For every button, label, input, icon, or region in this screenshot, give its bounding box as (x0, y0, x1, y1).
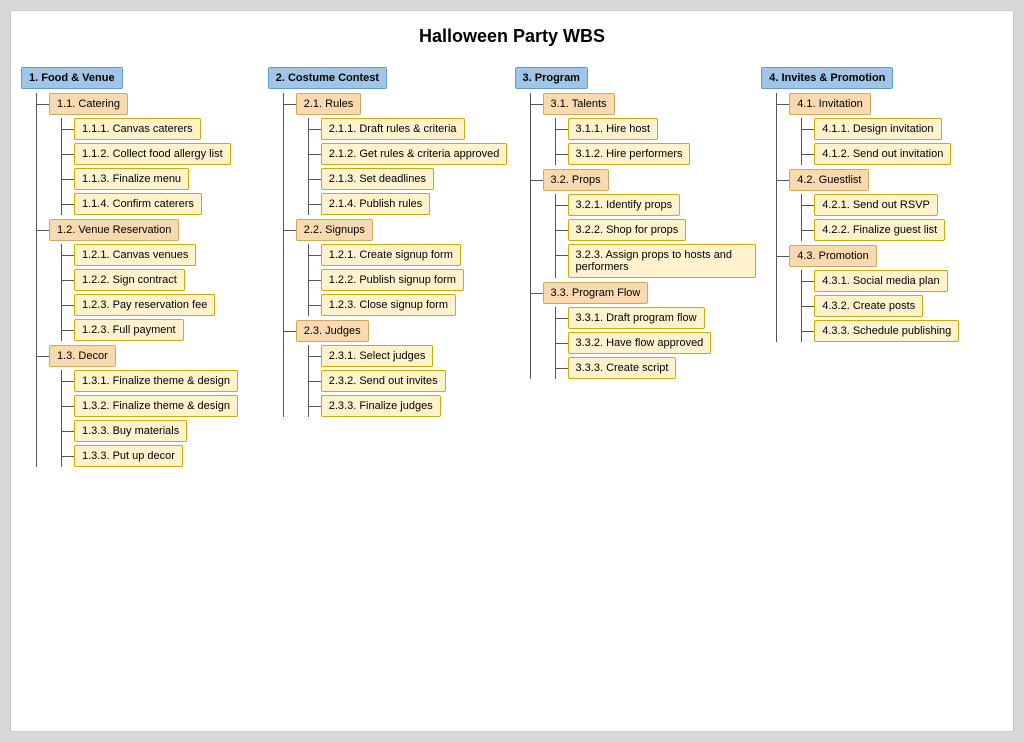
l2-item-program-flow: 3.3. Program Flow 3.3.1. Draft program f… (531, 282, 757, 379)
l3-props-1: 3.2.2. Shop for props (556, 219, 757, 241)
l2-box-props: 3.2. Props (543, 169, 609, 191)
page-title: Halloween Party WBS (21, 26, 1003, 47)
l3-wrap-venue: 1.2.1. Canvas venues 1.2.2. Sign contrac… (61, 244, 263, 341)
l3-wrap-signups: 1.2.1. Create signup form 1.2.2. Publish… (308, 244, 510, 316)
l1-box-col1: 1. Food & Venue (21, 67, 123, 89)
l2-box-decor: 1.3. Decor (49, 345, 116, 367)
l1-box-col2: 2. Costume Contest (268, 67, 387, 89)
column-3: 3. Program 3.1. Talents 3.1.1. Hire host… (515, 67, 757, 471)
l3-wrap-invitation: 4.1.1. Design invitation 4.1.2. Send out… (801, 118, 1003, 165)
l3-promo-2: 4.3.3. Schedule publishing (802, 320, 1003, 342)
l1-node-col4: 4. Invites & Promotion (761, 67, 1003, 89)
l2-item-rules: 2.1. Rules 2.1.1. Draft rules & criteria… (284, 93, 510, 215)
l3-wrap-rules: 2.1.1. Draft rules & criteria 2.1.2. Get… (308, 118, 510, 215)
l3-flow-0: 3.3.1. Draft program flow (556, 307, 757, 329)
l2-item-promotion: 4.3. Promotion 4.3.1. Social media plan … (777, 245, 1003, 342)
l2-wrap-col4: 4.1. Invitation 4.1.1. Design invitation… (776, 93, 1003, 342)
l3-judges-2: 2.3.3. Finalize judges (309, 395, 510, 417)
l3-wrap-catering: 1.1.1. Canvas caterers 1.1.2. Collect fo… (61, 118, 263, 215)
l3-venue-0: 1.2.1. Canvas venues (62, 244, 263, 266)
l3-rules-1: 2.1.2. Get rules & criteria approved (309, 143, 510, 165)
l2-item-props: 3.2. Props 3.2.1. Identify props 3.2.2. … (531, 169, 757, 278)
l3-item-1: 1.1.2. Collect food allergy list (62, 143, 263, 165)
page: Halloween Party WBS 1. Food & Venue 1.1.… (10, 10, 1014, 732)
section-col1: 1. Food & Venue 1.1. Catering 1.1.1. Can… (21, 67, 263, 471)
l3-flow-2: 3.3.3. Create script (556, 357, 757, 379)
l1-box-col4: 4. Invites & Promotion (761, 67, 893, 89)
l3-signups-0: 1.2.1. Create signup form (309, 244, 510, 266)
l3-flow-1: 3.3.2. Have flow approved (556, 332, 757, 354)
l2-item-venue: 1.2. Venue Reservation 1.2.1. Canvas ven… (37, 219, 263, 341)
l2-item-invitation: 4.1. Invitation 4.1.1. Design invitation… (777, 93, 1003, 165)
l2-box-signups: 2.2. Signups (296, 219, 373, 241)
section-col3: 3. Program 3.1. Talents 3.1.1. Hire host… (515, 67, 757, 383)
l3-wrap-talents: 3.1.1. Hire host 3.1.2. Hire performers (555, 118, 757, 165)
l3-judges-0: 2.3.1. Select judges (309, 345, 510, 367)
l3-judges-1: 2.3.2. Send out invites (309, 370, 510, 392)
l3-wrap-program-flow: 3.3.1. Draft program flow 3.3.2. Have fl… (555, 307, 757, 379)
l3-talents-0: 3.1.1. Hire host (556, 118, 757, 140)
l3-promo-1: 4.3.2. Create posts (802, 295, 1003, 317)
l3-props-2: 3.2.3. Assign props to hosts and perform… (556, 244, 757, 278)
l2-item-decor: 1.3. Decor 1.3.1. Finalize theme & desig… (37, 345, 263, 467)
l3-promo-0: 4.3.1. Social media plan (802, 270, 1003, 292)
l2-wrap-col3: 3.1. Talents 3.1.1. Hire host 3.1.2. Hir… (530, 93, 757, 379)
l3-venue-1: 1.2.2. Sign contract (62, 269, 263, 291)
l3-rules-0: 2.1.1. Draft rules & criteria (309, 118, 510, 140)
l3-item-3: 1.1.4. Confirm caterers (62, 193, 263, 215)
l3-wrap-props: 3.2.1. Identify props 3.2.2. Shop for pr… (555, 194, 757, 278)
l2-box-venue: 1.2. Venue Reservation (49, 219, 179, 241)
l3-rules-2: 2.1.3. Set deadlines (309, 168, 510, 190)
l2-item-signups: 2.2. Signups 1.2.1. Create signup form 1… (284, 219, 510, 316)
section-col4: 4. Invites & Promotion 4.1. Invitation 4… (761, 67, 1003, 346)
l3-wrap-guestlist: 4.2.1. Send out RSVP 4.2.2. Finalize gue… (801, 194, 1003, 241)
l3-props-0: 3.2.1. Identify props (556, 194, 757, 216)
l1-node-col2: 2. Costume Contest (268, 67, 510, 89)
l1-node-col1: 1. Food & Venue (21, 67, 263, 89)
l3-wrap-promotion: 4.3.1. Social media plan 4.3.2. Create p… (801, 270, 1003, 342)
l2-box-catering: 1.1. Catering (49, 93, 128, 115)
l2-wrap-col1: 1.1. Catering 1.1.1. Canvas caterers 1.1… (36, 93, 263, 467)
l3-venue-2: 1.2.3. Pay reservation fee (62, 294, 263, 316)
l2-box-program-flow: 3.3. Program Flow (543, 282, 649, 304)
section-col2: 2. Costume Contest 2.1. Rules 2.1.1. Dra… (268, 67, 510, 421)
column-1: 1. Food & Venue 1.1. Catering 1.1.1. Can… (21, 67, 263, 471)
l3-decor-3: 1.3.3. Put up decor (62, 445, 263, 467)
l3-decor-1: 1.3.2. Finalize theme & design (62, 395, 263, 417)
l3-signups-2: 1.2.3. Close signup form (309, 294, 510, 316)
l3-talents-1: 3.1.2. Hire performers (556, 143, 757, 165)
l3-inv-0: 4.1.1. Design invitation (802, 118, 1003, 140)
l2-item-talents: 3.1. Talents 3.1.1. Hire host 3.1.2. Hir… (531, 93, 757, 165)
l1-node-col3: 3. Program (515, 67, 757, 89)
l2-box-guestlist: 4.2. Guestlist (789, 169, 869, 191)
l2-item-guestlist: 4.2. Guestlist 4.2.1. Send out RSVP 4.2.… (777, 169, 1003, 241)
l3-venue-3: 1.2.3. Full payment (62, 319, 263, 341)
l3-rules-3: 2.1.4. Publish rules (309, 193, 510, 215)
l2-item-judges: 2.3. Judges 2.3.1. Select judges 2.3.2. … (284, 320, 510, 417)
column-4: 4. Invites & Promotion 4.1. Invitation 4… (761, 67, 1003, 471)
l3-item-2: 1.1.3. Finalize menu (62, 168, 263, 190)
l3-inv-1: 4.1.2. Send out invitation (802, 143, 1003, 165)
l3-wrap-decor: 1.3.1. Finalize theme & design 1.3.2. Fi… (61, 370, 263, 467)
l3-wrap-judges: 2.3.1. Select judges 2.3.2. Send out inv… (308, 345, 510, 417)
l3-signups-1: 1.2.2. Publish signup form (309, 269, 510, 291)
l2-box-promotion: 4.3. Promotion (789, 245, 877, 267)
l2-box-judges: 2.3. Judges (296, 320, 369, 342)
column-2: 2. Costume Contest 2.1. Rules 2.1.1. Dra… (268, 67, 510, 471)
l1-box-col3: 3. Program (515, 67, 588, 89)
l3-guest-1: 4.2.2. Finalize guest list (802, 219, 1003, 241)
l2-item-catering: 1.1. Catering 1.1.1. Canvas caterers 1.1… (37, 93, 263, 215)
l2-box-invitation: 4.1. Invitation (789, 93, 870, 115)
l2-box-talents: 3.1. Talents (543, 93, 615, 115)
l3-item-0: 1.1.1. Canvas caterers (62, 118, 263, 140)
l3-decor-0: 1.3.1. Finalize theme & design (62, 370, 263, 392)
l3-decor-2: 1.3.3. Buy materials (62, 420, 263, 442)
l2-wrap-col2: 2.1. Rules 2.1.1. Draft rules & criteria… (283, 93, 510, 417)
l3-guest-0: 4.2.1. Send out RSVP (802, 194, 1003, 216)
l2-box-rules: 2.1. Rules (296, 93, 362, 115)
wbs-diagram: 1. Food & Venue 1.1. Catering 1.1.1. Can… (21, 67, 1003, 471)
